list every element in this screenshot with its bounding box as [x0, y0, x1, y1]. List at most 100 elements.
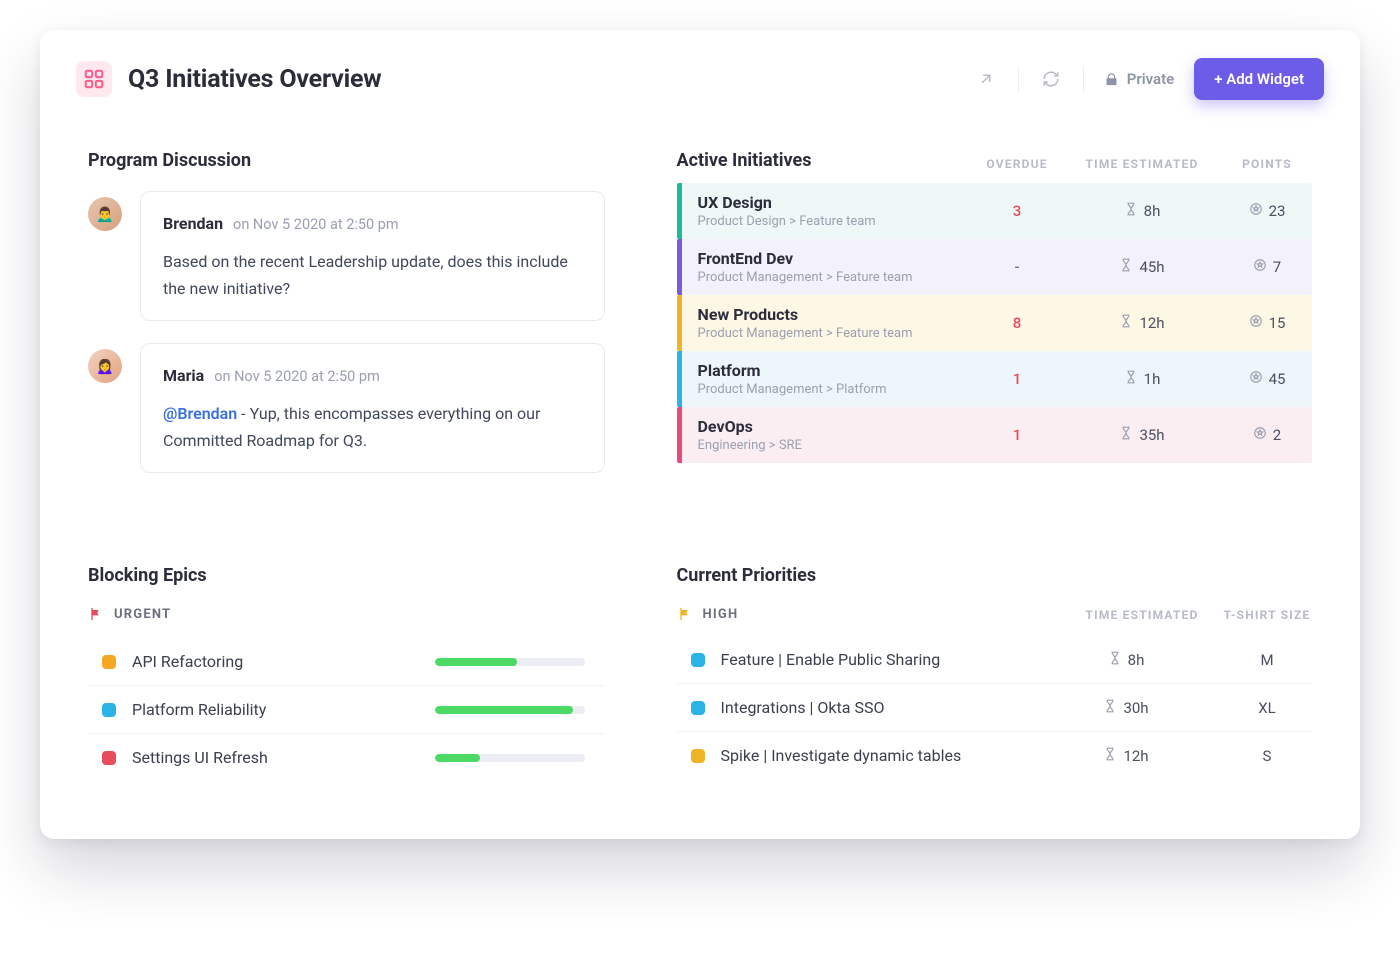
epic-name: Settings UI Refresh [132, 748, 419, 767]
initiative-points: 45 [1222, 370, 1312, 388]
initiative-points: 23 [1222, 202, 1312, 220]
progress-bar [435, 754, 585, 762]
card-active-initiatives: Active Initiatives OVERDUE TIME ESTIMATE… [665, 146, 1324, 513]
initiative-name: DevOps [698, 417, 972, 436]
epic-row[interactable]: Settings UI Refresh [88, 734, 605, 781]
initiative-name: New Products [698, 305, 972, 324]
initiative-time: 8h [1062, 202, 1222, 220]
epic-row[interactable]: API Refactoring [88, 638, 605, 686]
initiative-path: Product Design > Feature team [698, 214, 972, 229]
hourglass-icon [1103, 699, 1117, 717]
epic-list: API Refactoring Platform Reliability Setti… [88, 638, 605, 781]
status-square-icon [691, 749, 705, 763]
initiative-points: 2 [1222, 426, 1312, 444]
status-square-icon [691, 653, 705, 667]
add-widget-button[interactable]: + Add Widget [1194, 58, 1324, 100]
priority-name: Integrations | Okta SSO [721, 698, 1030, 717]
status-square-icon [691, 701, 705, 715]
priority-row[interactable]: Integrations | Okta SSO 30h XL [677, 684, 1312, 732]
comment-body: Based on the recent Leadership update, d… [163, 248, 582, 302]
separator [1083, 66, 1084, 92]
comment: 🙍‍♀️ Maria on Nov 5 2020 at 2:50 pm @Bre… [88, 343, 605, 473]
initiative-time: 35h [1062, 426, 1222, 444]
priority-time: 30h [1046, 699, 1206, 717]
priority-row[interactable]: Spike | Investigate dynamic tables12hS [677, 732, 1312, 779]
star-icon [1253, 426, 1267, 444]
initiative-name: Platform [698, 361, 972, 380]
initiative-row[interactable]: UX DesignProduct Design > Feature team38… [677, 183, 1312, 239]
privacy-toggle[interactable]: Private [1104, 70, 1175, 88]
epic-row[interactable]: Platform Reliability [88, 686, 605, 734]
expand-icon[interactable] [968, 61, 1004, 97]
card-title: Active Initiatives [677, 150, 972, 171]
star-icon [1253, 258, 1267, 276]
hourglass-icon [1119, 314, 1133, 332]
header: Q3 Initiatives Overview Private [76, 58, 1324, 100]
comment-author: Maria [163, 366, 204, 385]
column-header-time: TIME ESTIMATED [1062, 608, 1222, 622]
initiative-path: Product Management > Feature team [698, 326, 972, 341]
hourglass-icon [1108, 651, 1122, 669]
card-title: Current Priorities [677, 565, 1312, 586]
hourglass-icon [1103, 747, 1117, 765]
priority-size: XL [1222, 699, 1312, 717]
epic-name: Platform Reliability [132, 700, 419, 719]
initiative-row[interactable]: New Products Product Management > Feature… [677, 295, 1312, 351]
column-header-overdue: OVERDUE [972, 157, 1062, 171]
card-program-discussion: Program Discussion 🙍‍♂️ Brendan on Nov 5… [76, 146, 617, 513]
star-icon [1249, 202, 1263, 220]
initiative-points: 7 [1222, 258, 1312, 276]
card-blocking-epics: Blocking Epics URGENT API RefactoringPla… [76, 561, 617, 799]
priority-name: Feature | Enable Public Sharing [721, 650, 1030, 669]
comment-timestamp: on Nov 5 2020 at 2:50 pm [214, 368, 380, 385]
lock-icon [1104, 72, 1119, 87]
initiative-path: Engineering > SRE [698, 438, 972, 453]
hourglass-icon [1124, 202, 1138, 220]
avatar: 🙍‍♂️ [88, 197, 122, 231]
initiative-time: 1h [1062, 370, 1222, 388]
initiative-overdue: 3 [972, 202, 1062, 220]
page-title: Q3 Initiatives Overview [128, 65, 381, 94]
comment: 🙍‍♂️ Brendan on Nov 5 2020 at 2:50 pm Ba… [88, 191, 605, 321]
comment-author: Brendan [163, 214, 223, 233]
comment-bubble[interactable]: Brendan on Nov 5 2020 at 2:50 pm Based o… [140, 191, 605, 321]
initiative-points: 15 [1222, 314, 1312, 332]
privacy-label: Private [1127, 70, 1175, 88]
status-square-icon [102, 655, 116, 669]
initiative-time: 45h [1062, 258, 1222, 276]
card-title: Program Discussion [88, 150, 605, 171]
status-square-icon [102, 751, 116, 765]
separator [1018, 66, 1019, 92]
star-icon [1249, 314, 1263, 332]
header-actions: Private + Add Widget [968, 58, 1324, 100]
hourglass-icon [1119, 426, 1133, 444]
initiative-name: FrontEnd Dev [698, 249, 972, 268]
priorities-header: HIGH TIME ESTIMATED T-SHIRT SIZE [677, 606, 1312, 622]
hourglass-icon [1124, 370, 1138, 388]
priority-name: Spike | Investigate dynamic tables [721, 746, 1030, 765]
refresh-icon[interactable] [1033, 61, 1069, 97]
dashboard-grid: Program Discussion 🙍‍♂️ Brendan on Nov 5… [76, 146, 1324, 799]
initiative-row[interactable]: FrontEnd DevProduct Management > Feature… [677, 239, 1312, 295]
high-label: HIGH [703, 607, 739, 622]
priority-size: S [1222, 747, 1312, 765]
column-header-points: POINTS [1222, 157, 1312, 171]
star-icon [1249, 370, 1263, 388]
section-label-high: HIGH [677, 606, 1062, 622]
status-square-icon [102, 703, 116, 717]
comment-timestamp: on Nov 5 2020 at 2:50 pm [233, 216, 399, 233]
avatar: 🙍‍♀️ [88, 349, 122, 383]
initiative-path: Product Management > Platform [698, 382, 972, 397]
progress-bar [435, 706, 585, 714]
priority-size: M [1222, 651, 1312, 669]
initiative-overdue: 1 [972, 426, 1062, 444]
comment-bubble[interactable]: Maria on Nov 5 2020 at 2:50 pm @Brendan … [140, 343, 605, 473]
initiative-row[interactable]: Platform Product Management > Platform11h… [677, 351, 1312, 407]
hourglass-icon [1119, 258, 1133, 276]
priority-row[interactable]: Feature | Enable Public Sharing8hM [677, 636, 1312, 684]
initiative-overdue: 1 [972, 370, 1062, 388]
initiative-meta: FrontEnd DevProduct Management > Feature… [698, 249, 972, 285]
initiative-row[interactable]: DevOps Engineering > SRE135h2 [677, 407, 1312, 463]
card-current-priorities: Current Priorities HIGH TIME ESTIMATED T… [665, 561, 1324, 799]
mention[interactable]: @Brendan [163, 404, 237, 423]
